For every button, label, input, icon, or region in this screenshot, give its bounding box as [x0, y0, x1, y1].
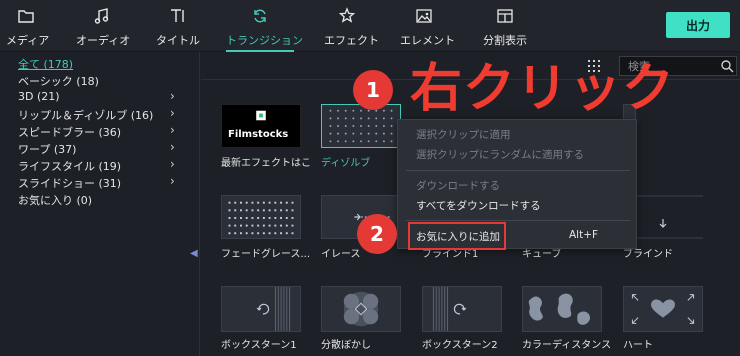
- tab-label: 分割表示: [483, 34, 527, 47]
- folder-icon: [18, 10, 34, 23]
- menu-separator: [406, 220, 630, 221]
- thumbnail-label: 最新エフェクトはこ: [221, 158, 311, 169]
- heart-icon: [631, 294, 695, 324]
- tab-split-screen[interactable]: 分割表示: [480, 6, 530, 50]
- thumbnail-label: フェードグレース...: [221, 249, 311, 260]
- menu-separator: [406, 170, 630, 171]
- chevron-right-icon[interactable]: ›: [170, 106, 180, 120]
- tab-audio[interactable]: オーディオ: [76, 6, 131, 50]
- dissolve-dots-icon: [329, 109, 393, 143]
- step-2-badge: 2: [357, 214, 397, 254]
- chevron-right-icon[interactable]: ›: [170, 123, 180, 137]
- chevron-right-icon[interactable]: ›: [170, 174, 180, 188]
- thumbnail-label: ボックスターン1: [221, 340, 297, 351]
- category-warp[interactable]: ワープ (37): [18, 141, 76, 157]
- scatter-blur-icon: [343, 291, 379, 327]
- thumbnail-box-turn-1[interactable]: [221, 286, 301, 332]
- chevron-right-icon[interactable]: ›: [170, 140, 180, 154]
- tab-label: エフェクト: [324, 34, 379, 47]
- filmstocks-logo-icon: [256, 110, 266, 121]
- filmstocks-wordmark: Filmstocks: [228, 129, 289, 140]
- highlight-box: [408, 222, 506, 250]
- menu-item-download-all[interactable]: すべてをダウンロードする: [416, 198, 541, 213]
- thumbnail-color-distance[interactable]: [522, 286, 602, 332]
- thumbnail-filmstocks[interactable]: Filmstocks: [221, 104, 301, 148]
- category-favorites[interactable]: お気に入り (0): [18, 192, 92, 208]
- category-3d[interactable]: 3D (21): [18, 90, 60, 106]
- thumbnail-heart[interactable]: [623, 286, 703, 332]
- image-element-icon: [416, 9, 432, 23]
- step-1-badge: 1: [353, 70, 393, 110]
- title-text-icon: [171, 9, 184, 22]
- category-ripple-dissolve[interactable]: リップル＆ディゾルブ (16): [18, 107, 153, 123]
- music-note-icon: [94, 8, 109, 24]
- thumbnail-label: 分散ぼかし: [321, 340, 371, 351]
- chevron-right-icon[interactable]: ›: [170, 89, 180, 103]
- split-screen-icon: [497, 9, 513, 23]
- thumbnail-label: ボックスターン2: [422, 340, 498, 351]
- shortcut-label: Alt+F: [569, 229, 599, 241]
- thumbnail-scatter-blur[interactable]: [321, 286, 401, 332]
- box-turn-icon: [256, 287, 291, 331]
- tab-transition[interactable]: トランジション: [226, 6, 303, 52]
- tab-element[interactable]: エレメント: [400, 6, 455, 50]
- thumbnail-label: カラーディスタンス: [522, 340, 612, 351]
- category-speed-blur[interactable]: スピードブラー (36): [18, 124, 121, 140]
- menu-item-download[interactable]: ダウンロードする: [416, 178, 500, 193]
- tab-label: エレメント: [400, 34, 455, 47]
- tab-label: タイトル: [156, 34, 200, 47]
- color-blob-icon: [528, 293, 591, 325]
- menu-item-apply-to-selected[interactable]: 選択クリップに適用: [416, 127, 511, 142]
- tab-title[interactable]: タイトル: [156, 6, 200, 50]
- collapse-sidebar-icon[interactable]: ◀: [190, 248, 198, 259]
- tab-effect[interactable]: エフェクト: [324, 6, 379, 50]
- thumbnail-fade-grayscale[interactable]: [221, 195, 301, 239]
- tab-label: メディア: [6, 34, 50, 47]
- category-lifestyle[interactable]: ライフスタイル (19): [18, 158, 121, 174]
- category-basic[interactable]: ベーシック (18): [18, 73, 99, 89]
- thumbnail-dissolve[interactable]: [321, 104, 401, 148]
- export-button[interactable]: 出力: [666, 12, 730, 38]
- category-sidebar: 全て (178) ベーシック (18) 3D (21) › リップル＆ディゾルブ…: [0, 52, 200, 356]
- box-turn-icon: [432, 287, 467, 331]
- tab-media[interactable]: メディア: [6, 6, 50, 50]
- menu-item-apply-random[interactable]: 選択クリップにランダムに適用する: [416, 147, 584, 162]
- search-icon[interactable]: [720, 59, 734, 73]
- category-all[interactable]: 全て (178): [18, 56, 73, 72]
- category-slideshow[interactable]: スライドショー (31): [18, 175, 121, 191]
- thumbnail-box-turn-2[interactable]: [422, 286, 502, 332]
- chevron-right-icon[interactable]: ›: [170, 157, 180, 171]
- tab-label: トランジション: [226, 32, 303, 52]
- top-toolbar: メディア オーディオ タイトル トランジション エフェクト エレメント 分割表示…: [0, 0, 740, 52]
- transition-icon: [254, 9, 266, 23]
- tab-label: オーディオ: [76, 34, 131, 47]
- effect-star-icon: [338, 7, 356, 23]
- dot-grid-icon: [228, 201, 294, 235]
- right-click-caption: 右クリック: [410, 59, 676, 119]
- thumbnail-label: ハート: [623, 340, 653, 351]
